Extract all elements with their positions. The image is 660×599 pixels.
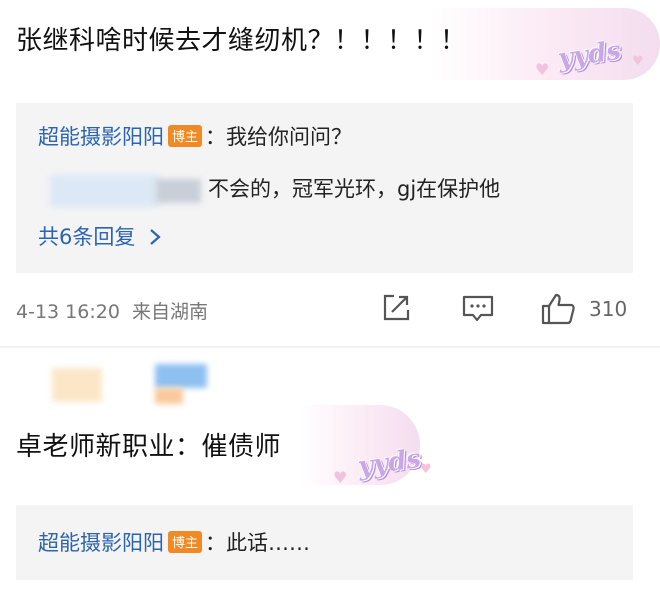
reply-text: ：此话…… (205, 531, 311, 555)
blogger-badge: 博主 (168, 531, 203, 553)
view-more-replies-link[interactable]: 共6条回复 (38, 221, 162, 251)
blurred-username (50, 175, 160, 207)
comment-text: 卓老师新职业：催债师 (16, 432, 282, 462)
like-icon[interactable] (540, 292, 576, 326)
divider (0, 346, 660, 348)
reply-item[interactable]: 超能摄影阳阳 博主 ：此话…… (38, 527, 310, 557)
reply-item[interactable]: 超能摄影阳阳 博主 ：我给你问问？ (38, 121, 352, 151)
heart-icon: ♥ (632, 54, 644, 69)
like-count: 310 (589, 297, 628, 321)
reply-box: 超能摄影阳阳 博主 ：此话…… (16, 505, 633, 580)
blurred-username (155, 388, 183, 404)
blogger-badge: 博主 (168, 125, 203, 147)
reply-box: 超能摄影阳阳 博主 ：我给你问问？ 不会的，冠军光环，gj在保护他 共6条回复 (16, 103, 633, 273)
chevron-right-icon (150, 229, 161, 245)
heart-icon: ♥ (420, 462, 432, 477)
reply-username[interactable]: 超能摄影阳阳 (38, 531, 164, 555)
blurred-avatar (52, 368, 102, 402)
comment-time: 4-13 16:20 (16, 301, 120, 323)
view-more-label: 共6条回复 (38, 225, 136, 249)
reply-text: 不会的，冠军光环，gj在保护他 (208, 177, 501, 201)
blurred-avatar (156, 179, 201, 203)
comment-text: 张继科啥时候去才缝纫机？！！！！！ (16, 26, 467, 56)
comment-meta: 4-13 16:20 来自湖南 (16, 297, 208, 324)
blurred-username (155, 364, 207, 388)
share-icon[interactable] (380, 292, 412, 324)
comment-location: 来自湖南 (131, 301, 208, 323)
reply-text: ：我给你问问？ (205, 125, 353, 149)
reply-username[interactable]: 超能摄影阳阳 (38, 125, 164, 149)
heart-icon: ♥ (333, 468, 348, 487)
comment-icon[interactable] (461, 292, 495, 324)
reply-item[interactable]: 不会的，冠军光环，gj在保护他 (208, 173, 500, 203)
heart-icon: ♥ (535, 60, 550, 79)
